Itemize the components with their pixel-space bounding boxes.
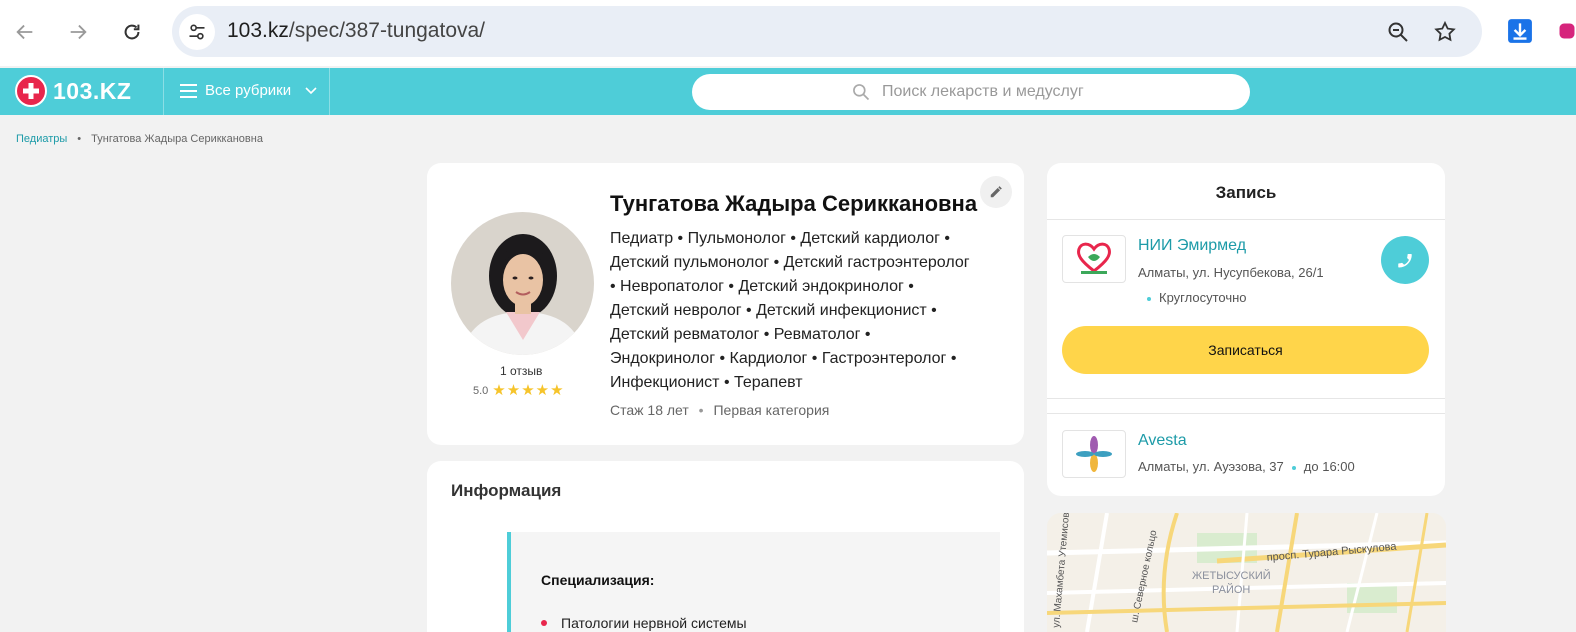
clinic-logo-emirmed[interactable] <box>1062 235 1126 283</box>
info-title: Информация <box>451 481 562 500</box>
instagram-icon <box>1559 23 1575 39</box>
phone-icon <box>1398 254 1412 268</box>
doctor-name: Тунгатова Жадыра Сериккановна <box>610 191 978 216</box>
url-text[interactable]: 103.kz/spec/387-tungatova/ <box>227 19 485 43</box>
heart-logo-icon <box>1077 242 1111 274</box>
reviews-count[interactable]: 1 отзыв <box>500 364 542 378</box>
doctor-category: Первая категория <box>713 402 830 418</box>
specialization-item: Патологии нервной системы <box>561 615 747 631</box>
hours-dot <box>1147 296 1151 301</box>
arrow-right-icon <box>70 24 87 40</box>
all-rubrics-button[interactable]: Все рубрики <box>180 82 317 99</box>
map-label-district2: РАЙОН <box>1212 583 1250 596</box>
rating: 5.0 ★ ★ ★ ★ ★ <box>473 383 564 398</box>
browser-toolbar: 103.kz/spec/387-tungatova/ <box>0 0 1576 66</box>
breadcrumb: Педиатры • Тунгатова Жадыра Сериккановна <box>16 133 263 145</box>
flower-logo-icon <box>1076 436 1112 472</box>
rating-value: 5.0 <box>473 384 489 397</box>
address-bar[interactable]: 103.kz/spec/387-tungatova/ <box>172 6 1482 57</box>
bookmark-button[interactable] <box>1430 17 1460 47</box>
specialty-line: Детский ревматолог • Ревматолог • <box>610 326 871 343</box>
breadcrumb-separator: • <box>77 133 82 145</box>
experience-line: Стаж 18 лет • Первая категория <box>610 402 829 418</box>
back-button[interactable] <box>9 16 41 48</box>
star-icon: ★ <box>521 382 535 399</box>
specialization-heading: Специализация: <box>541 572 655 588</box>
specialty-line: • Невропатолог • Детский эндокринолог • <box>610 278 914 295</box>
doctor-card: 1 отзыв 5.0 ★ ★ ★ ★ ★ Тунгатова Жадыра Серик… <box>427 163 1024 445</box>
breadcrumb-link-pediatricians[interactable]: Педиатры <box>16 133 67 145</box>
clinic-hours: Круглосуточно <box>1147 290 1247 305</box>
clinic-map[interactable]: ЖЕТЫСУСКИЙ РАЙОН просп. Турара Рыскулова… <box>1047 513 1446 632</box>
cross-icon <box>15 75 47 107</box>
forward-button[interactable] <box>62 16 94 48</box>
site-settings-button[interactable] <box>179 14 215 50</box>
star-icon: ★ <box>550 382 564 399</box>
specialty-line: Детский пульмонолог • Детский гастроэнте… <box>610 254 970 271</box>
call-button[interactable] <box>1381 236 1429 284</box>
divider <box>1047 398 1445 399</box>
clinic-name-emirmed[interactable]: НИИ Эмирмед <box>1138 237 1246 255</box>
information-card: Информация Специализация: Патологии нерв… <box>427 461 1024 632</box>
bullet <box>541 620 547 626</box>
logo-text: 103.KZ <box>53 77 132 104</box>
breadcrumb-current: Тунгатова Жадыра Сериккановна <box>91 133 263 145</box>
clinic-logo-avesta[interactable] <box>1062 430 1126 478</box>
clinic-address: Алматы, ул. Нусупбекова, 26/1 <box>1138 265 1324 280</box>
reload-icon <box>124 24 140 40</box>
download-icon <box>1508 19 1532 43</box>
rating-stars: ★ ★ ★ ★ ★ <box>492 383 563 398</box>
arrow-left-icon <box>16 24 33 40</box>
doctor-specialties: Педиатр • Пульмонолог • Детский кардиоло… <box>610 227 1010 395</box>
zoom-out-icon <box>1388 22 1408 42</box>
search-input[interactable] <box>882 81 1232 103</box>
reload-button[interactable] <box>116 16 148 48</box>
site-header: 103.KZ Все рубрики <box>0 68 1576 115</box>
hours-dot <box>1291 465 1296 470</box>
download-button[interactable] <box>1506 17 1534 45</box>
menu-icon <box>180 83 197 98</box>
booking-card: Запись НИИ Эмирмед Алматы, ул. Нусупбеко… <box>1047 163 1445 496</box>
edit-button[interactable] <box>980 176 1012 208</box>
star-outline-icon <box>1434 20 1456 42</box>
search-icon <box>853 84 870 101</box>
experience: Стаж 18 лет <box>610 402 689 418</box>
specialty-line: Инфекционист • Терапевт <box>610 374 803 391</box>
search-box[interactable] <box>692 74 1250 110</box>
header-divider <box>163 68 164 115</box>
book-appointment-button[interactable]: Записаться <box>1062 326 1429 374</box>
extension-button[interactable] <box>1558 17 1576 45</box>
specialty-line: Детский невролог • Детский инфекционист … <box>610 302 937 319</box>
header-divider <box>329 68 330 115</box>
doctor-photo <box>451 212 594 355</box>
separator-dot: • <box>698 402 704 418</box>
specialization-block: Специализация: Патологии нервной системы <box>507 532 1000 632</box>
url-path: /spec/387-tungatova/ <box>288 19 486 42</box>
all-rubrics-label: Все рубрики <box>205 82 292 99</box>
star-icon: ★ <box>506 382 521 399</box>
specialty-line: Педиатр • Пульмонолог • Детский кардиоло… <box>610 230 950 247</box>
specialty-line: Эндокринолог • Кардиолог • Гастроэнтерол… <box>610 350 957 367</box>
url-host: 103.kz <box>227 19 289 42</box>
map-label-district: ЖЕТЫСУСКИЙ <box>1192 569 1271 582</box>
clinic-address: Алматы, ул. Ауэзова, 37 <box>1138 459 1284 474</box>
divider <box>1047 413 1445 414</box>
pencil-icon <box>990 186 1002 198</box>
tune-icon <box>189 24 205 40</box>
clinic-hours-text: Круглосуточно <box>1159 290 1247 305</box>
booking-title: Запись <box>1215 183 1277 202</box>
map-canvas: ЖЕТЫСУСКИЙ РАЙОН просп. Турара Рыскулова… <box>1047 513 1446 632</box>
star-icon: ★ <box>492 382 506 399</box>
site-logo[interactable]: 103.KZ <box>15 75 131 107</box>
clinic-name-avesta[interactable]: Avesta <box>1138 432 1187 450</box>
star-icon: ★ <box>535 382 550 399</box>
clinic-hours-text: до 16:00 <box>1303 459 1355 474</box>
divider <box>1047 219 1445 220</box>
clinic-address-line: Алматы, ул. Ауэзова, 37 до 16:00 <box>1138 459 1355 474</box>
chevron-down-icon <box>305 86 317 94</box>
zoom-button[interactable] <box>1383 17 1413 47</box>
